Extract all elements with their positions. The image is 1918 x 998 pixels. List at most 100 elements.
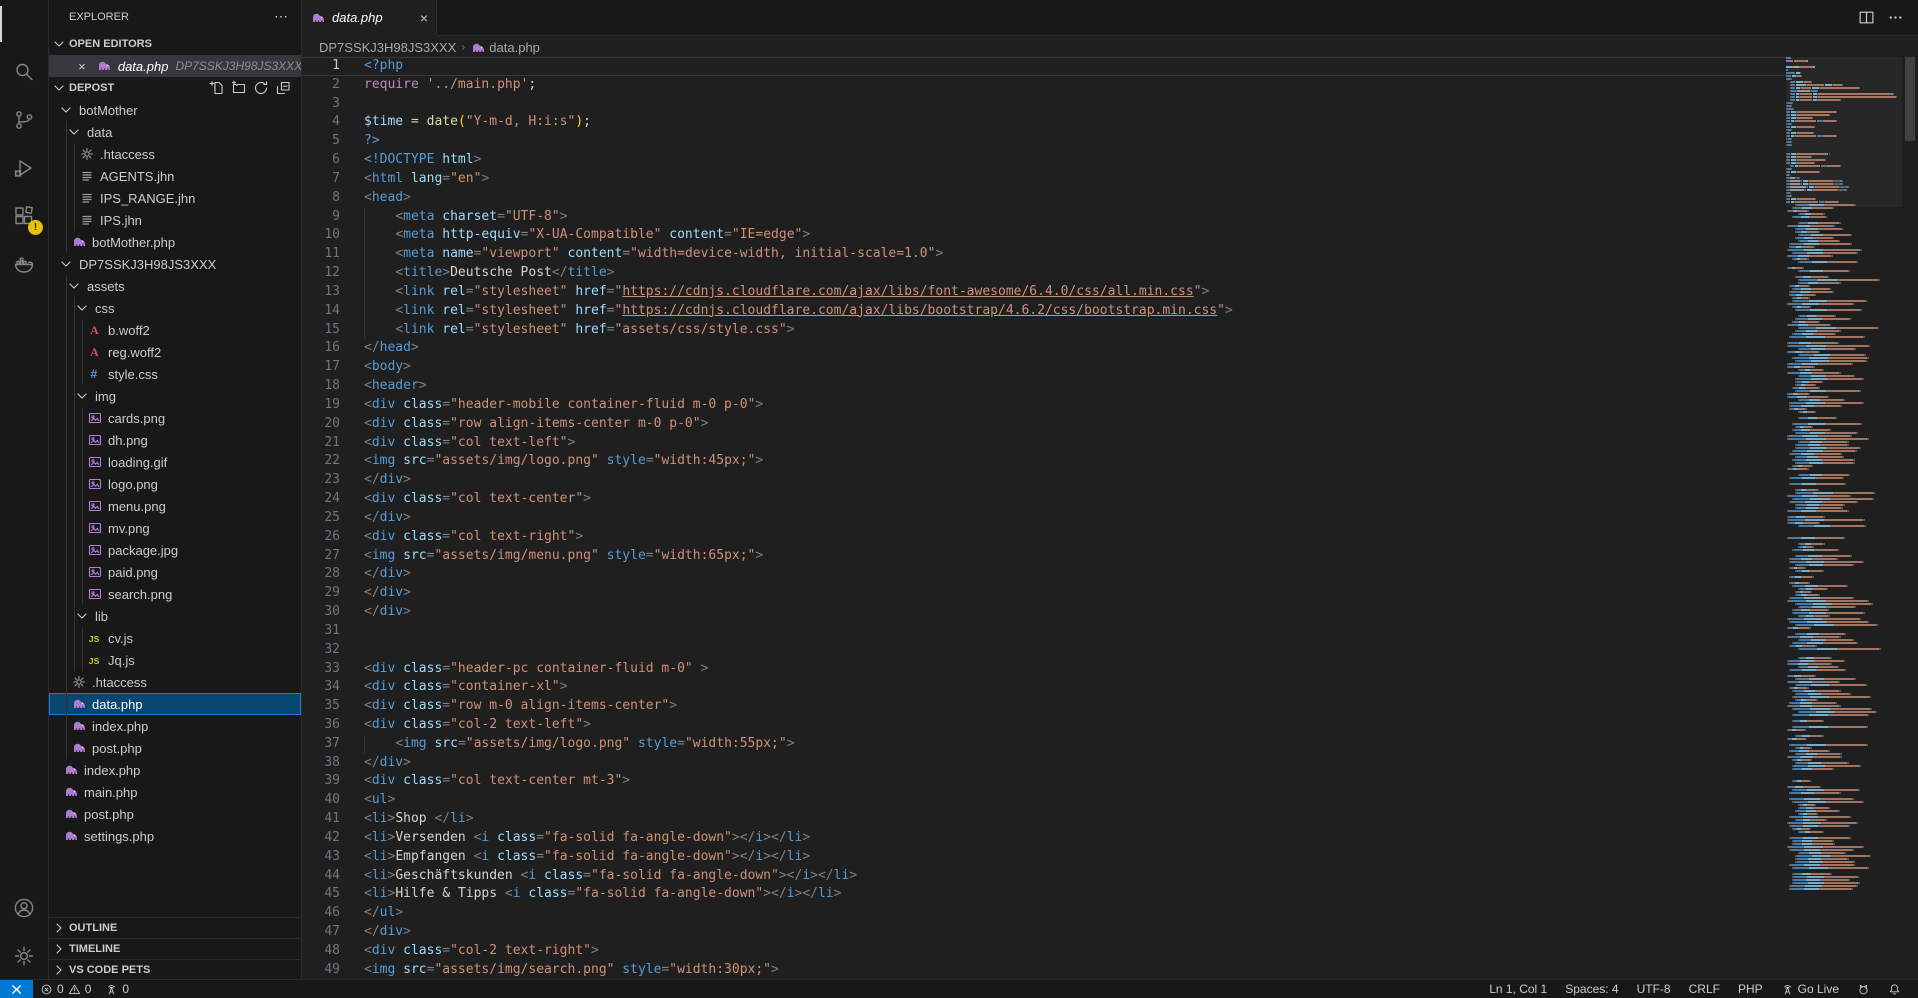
code-line[interactable]: 47</div> — [302, 923, 1786, 942]
tree-item-css[interactable]: css — [49, 297, 301, 319]
code-line[interactable]: 3 — [302, 95, 1786, 114]
tree-item-ips-jhn[interactable]: IPS.jhn — [49, 209, 301, 231]
code-line[interactable]: 46</ul> — [302, 904, 1786, 923]
cursor-position[interactable]: Ln 1, Col 1 — [1480, 980, 1556, 998]
activity-item-account[interactable] — [0, 884, 48, 932]
minimap[interactable] — [1786, 57, 1902, 980]
tree-item-style-css[interactable]: #style.css — [49, 363, 301, 385]
tree-item--htaccess[interactable]: .htaccess — [49, 671, 301, 693]
tree-item-botmother[interactable]: botMother — [49, 99, 301, 121]
tree-item-menu-png[interactable]: menu.png — [49, 495, 301, 517]
remote-indicator[interactable] — [0, 980, 33, 998]
ports-status[interactable]: 0 — [98, 980, 136, 998]
code-line[interactable]: 32 — [302, 641, 1786, 660]
code-line[interactable]: 16</head> — [302, 339, 1786, 358]
code-line[interactable]: 39<div class="col text-center mt-3"> — [302, 772, 1786, 791]
tree-item-package-jpg[interactable]: package.jpg — [49, 539, 301, 561]
tree-item-assets[interactable]: assets — [49, 275, 301, 297]
section-vscode-pets[interactable]: VS CODE PETS — [49, 959, 301, 980]
tree-item-data[interactable]: data — [49, 121, 301, 143]
more-actions-icon[interactable] — [1887, 9, 1904, 26]
tree-item-search-png[interactable]: search.png — [49, 583, 301, 605]
tree-item-ips-range-jhn[interactable]: IPS_RANGE.jhn — [49, 187, 301, 209]
section-outline[interactable]: OUTLINE — [49, 917, 301, 938]
problems-status[interactable]: 0 0 — [33, 980, 98, 998]
code-line[interactable]: 48<div class="col-2 text-right"> — [302, 942, 1786, 961]
refresh-icon[interactable] — [253, 80, 269, 96]
section-folder-depost[interactable]: DEPOST — [49, 77, 301, 99]
activity-item-settings[interactable] — [0, 932, 48, 980]
tree-item-post-php[interactable]: post.php — [49, 803, 301, 825]
tree-item-botmother-php[interactable]: botMother.php — [49, 231, 301, 253]
scrollbar-track[interactable] — [1902, 57, 1918, 980]
scrollbar-thumb[interactable] — [1905, 57, 1915, 141]
new-file-icon[interactable] — [209, 80, 225, 96]
code-line[interactable]: 41<li>Shop </li> — [302, 810, 1786, 829]
close-icon[interactable]: × — [74, 59, 90, 74]
activity-item-run-debug[interactable] — [0, 144, 48, 192]
sidebar-more-actions-icon[interactable]: ⋯ — [274, 8, 289, 25]
code-line[interactable]: 35<div class="row m-0 align-items-center… — [302, 697, 1786, 716]
code-line[interactable]: 38</div> — [302, 754, 1786, 773]
tree-item-settings-php[interactable]: settings.php — [49, 825, 301, 847]
section-open-editors[interactable]: OPEN EDITORS — [49, 33, 301, 55]
split-editor-icon[interactable] — [1858, 9, 1875, 26]
tab-close-icon[interactable]: × — [420, 10, 428, 26]
code-line[interactable]: 22<img src="assets/img/logo.png" style="… — [302, 452, 1786, 471]
code-line[interactable]: 15 <link rel="stylesheet" href="assets/c… — [302, 321, 1786, 340]
tree-item-logo-png[interactable]: logo.png — [49, 473, 301, 495]
tree-item-main-php[interactable]: main.php — [49, 781, 301, 803]
code-line[interactable]: 21<div class="col text-left"> — [302, 434, 1786, 453]
activity-item-source-control[interactable] — [0, 96, 48, 144]
section-timeline[interactable]: TIMELINE — [49, 938, 301, 959]
code-line[interactable]: 36<div class="col-2 text-left"> — [302, 716, 1786, 735]
code-line[interactable]: 8<head> — [302, 189, 1786, 208]
tree-item-post-php[interactable]: post.php — [49, 737, 301, 759]
tree-item-index-php[interactable]: index.php — [49, 715, 301, 737]
code-line[interactable]: 5?> — [302, 132, 1786, 151]
notifications-bell[interactable] — [1879, 980, 1910, 998]
code-line[interactable]: 26<div class="col text-right"> — [302, 528, 1786, 547]
encoding-status[interactable]: UTF-8 — [1628, 980, 1680, 998]
code-line[interactable]: 43<li>Empfangen <i class="fa-solid fa-an… — [302, 848, 1786, 867]
code-line[interactable]: 34<div class="container-xl"> — [302, 678, 1786, 697]
code-line[interactable]: 4$time = date("Y-m-d, H:i:s"); — [302, 113, 1786, 132]
tree-item-data-php[interactable]: data.php — [49, 693, 301, 715]
code-line[interactable]: 27<img src="assets/img/menu.png" style="… — [302, 547, 1786, 566]
code-line[interactable]: 9 <meta charset="UTF-8"> — [302, 208, 1786, 227]
new-folder-icon[interactable] — [231, 80, 247, 96]
go-live-button[interactable]: Go Live — [1772, 980, 1848, 998]
code-line[interactable]: 10 <meta http-equiv="X-UA-Compatible" co… — [302, 226, 1786, 245]
code-line[interactable]: 12 <title>Deutsche Post</title> — [302, 264, 1786, 283]
tree-item-b-woff2[interactable]: Ab.woff2 — [49, 319, 301, 341]
code-line[interactable]: 14 <link rel="stylesheet" href="https://… — [302, 302, 1786, 321]
tree-item-img[interactable]: img — [49, 385, 301, 407]
code-line[interactable]: 17<body> — [302, 358, 1786, 377]
code-line[interactable]: 23</div> — [302, 471, 1786, 490]
eol-status[interactable]: CRLF — [1680, 980, 1729, 998]
code-line[interactable]: 33<div class="header-pc container-fluid … — [302, 660, 1786, 679]
code-line[interactable]: 25</div> — [302, 509, 1786, 528]
activity-item-extensions[interactable]: ! — [0, 192, 48, 240]
tree-item-loading-gif[interactable]: loading.gif — [49, 451, 301, 473]
tree-item-lib[interactable]: lib — [49, 605, 301, 627]
code-line[interactable]: 29</div> — [302, 584, 1786, 603]
tree-item-jq-js[interactable]: JSJq.js — [49, 649, 301, 671]
tree-item-dp7sskj3h98js3xxx[interactable]: DP7SSKJ3H98JS3XXX — [49, 253, 301, 275]
code-editor[interactable]: 1<?php2require '../main.php';34$time = d… — [302, 57, 1786, 980]
tree-item-dh-png[interactable]: dh.png — [49, 429, 301, 451]
code-line[interactable]: 37 <img src="assets/img/logo.png" style=… — [302, 735, 1786, 754]
tab-data-php[interactable]: data.php × — [302, 0, 437, 35]
code-line[interactable]: 24<div class="col text-center"> — [302, 490, 1786, 509]
code-line[interactable]: 20<div class="row align-items-center m-0… — [302, 415, 1786, 434]
tree-item-cv-js[interactable]: JScv.js — [49, 627, 301, 649]
pets-button[interactable] — [1848, 980, 1879, 998]
code-line[interactable]: 44<li>Geschäftskunden <i class="fa-solid… — [302, 867, 1786, 886]
tree-item-mv-png[interactable]: mv.png — [49, 517, 301, 539]
tree-item-cards-png[interactable]: cards.png — [49, 407, 301, 429]
tree-item--htaccess[interactable]: .htaccess — [49, 143, 301, 165]
tree-item-agents-jhn[interactable]: AGENTS.jhn — [49, 165, 301, 187]
indentation-status[interactable]: Spaces: 4 — [1556, 980, 1627, 998]
activity-item-docker[interactable] — [0, 240, 48, 288]
code-line[interactable]: 1<?php — [302, 57, 1786, 76]
